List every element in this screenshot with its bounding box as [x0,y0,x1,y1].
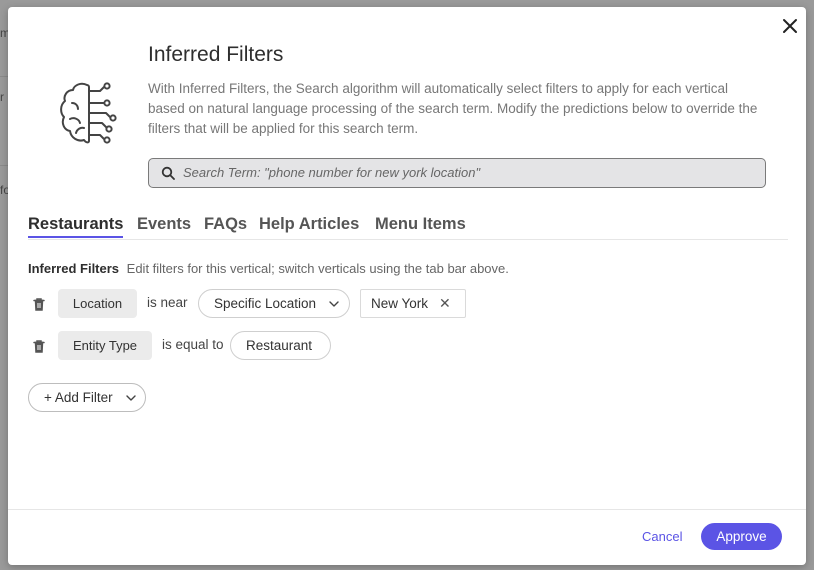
background-text-fragment: fo [0,183,8,197]
filter-field-location[interactable]: Location [58,289,137,318]
footer-divider [8,509,806,510]
add-filter-label: + Add Filter [44,390,113,405]
tab-menu-items[interactable]: Menu Items [375,215,466,234]
filter-value-tag: New York ✕ [360,289,466,318]
tag-label: New York [371,296,429,311]
filter-value-select[interactable]: Restaurant [230,331,331,360]
select-value: Specific Location [214,296,317,311]
cancel-button[interactable]: Cancel [642,529,682,544]
search-placeholder: Search Term: "phone number for new york … [183,165,481,180]
modal-description: With Inferred Filters, the Search algori… [148,81,758,136]
tab-faqs[interactable]: FAQs [204,215,247,234]
section-hint: Edit filters for this vertical; switch v… [126,261,509,276]
filter-field-entity-type[interactable]: Entity Type [58,331,152,360]
background-text-fragment: m [0,26,8,40]
section-label: Inferred Filters [28,261,120,276]
tab-help-articles[interactable]: Help Articles [259,215,359,234]
trash-icon[interactable] [32,339,46,353]
inferred-filters-modal: Inferred Filters With Inferred Filters, … [8,7,806,565]
brain-circuit-icon [60,82,117,144]
approve-button[interactable]: Approve [701,523,782,550]
remove-x-icon[interactable]: ✕ [439,290,451,317]
tabs-divider [28,239,788,240]
select-value: Restaurant [246,338,313,353]
background-divider [0,165,8,166]
filter-operator: is equal to [162,337,224,352]
active-tab-indicator [28,236,123,238]
section-header: Inferred Filters Edit filters for this v… [28,261,509,276]
chevron-down-icon [126,395,136,401]
tab-restaurants[interactable]: Restaurants [28,215,123,234]
chevron-down-icon [329,301,339,307]
background-text-fragment: r [0,90,4,104]
filter-operator: is near [147,295,188,310]
search-term-field[interactable]: Search Term: "phone number for new york … [148,158,766,188]
filter-value-select[interactable]: Specific Location [198,289,350,318]
modal-title: Inferred Filters [148,43,284,66]
trash-icon[interactable] [32,297,46,311]
add-filter-button[interactable]: + Add Filter [28,383,146,412]
background-divider [0,76,8,77]
search-icon [161,166,175,180]
close-icon[interactable] [780,16,800,36]
tab-events[interactable]: Events [137,215,191,234]
